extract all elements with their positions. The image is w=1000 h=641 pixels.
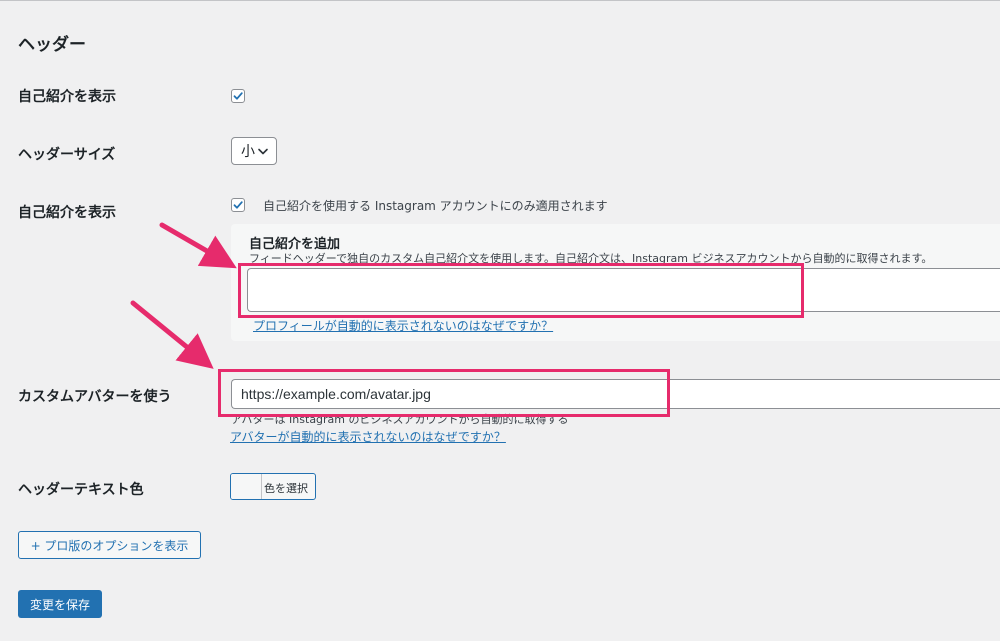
checkmark-icon (233, 201, 243, 209)
show-bio-checkbox[interactable] (231, 89, 245, 103)
show-pro-options-button[interactable]: + プロ版のオプションを表示 (18, 531, 201, 559)
arrow-to-bio-field (159, 222, 237, 269)
header-text-color-label: ヘッダーテキスト色 (18, 482, 144, 498)
show-bio-label: 自己紹介を表示 (18, 89, 116, 105)
save-button[interactable]: 変更を保存 (18, 590, 102, 618)
profile-help-link[interactable]: プロフィールが自動的に表示されないのはなぜですか？ (253, 317, 553, 334)
checkmark-icon (233, 92, 243, 100)
header-size-select[interactable]: 小 (231, 137, 277, 165)
header-size-value: 小 (241, 144, 255, 160)
highlight-box-avatar (218, 369, 670, 417)
color-picker-label: 色を選択 (264, 482, 308, 495)
avatar-help-link[interactable]: アバターが自動的に表示されないのはなぜですか？ (230, 428, 506, 445)
show-bio-2-checkbox[interactable] (231, 198, 245, 212)
header-size-label: ヘッダーサイズ (18, 147, 116, 163)
section-title: ヘッダー (18, 35, 86, 55)
show-bio-2-label: 自己紹介を表示 (18, 205, 116, 221)
arrow-to-avatar-field (130, 300, 214, 369)
show-bio-2-note: 自己紹介を使用する Instagram アカウントにのみ適用されます (263, 199, 608, 213)
top-divider (0, 0, 1000, 1)
color-swatch (231, 474, 262, 499)
highlight-box-bio (238, 263, 804, 318)
custom-avatar-label: カスタムアバターを使う (18, 389, 172, 405)
color-picker-button[interactable]: 色を選択 (230, 473, 316, 500)
chevron-down-icon (258, 148, 268, 155)
